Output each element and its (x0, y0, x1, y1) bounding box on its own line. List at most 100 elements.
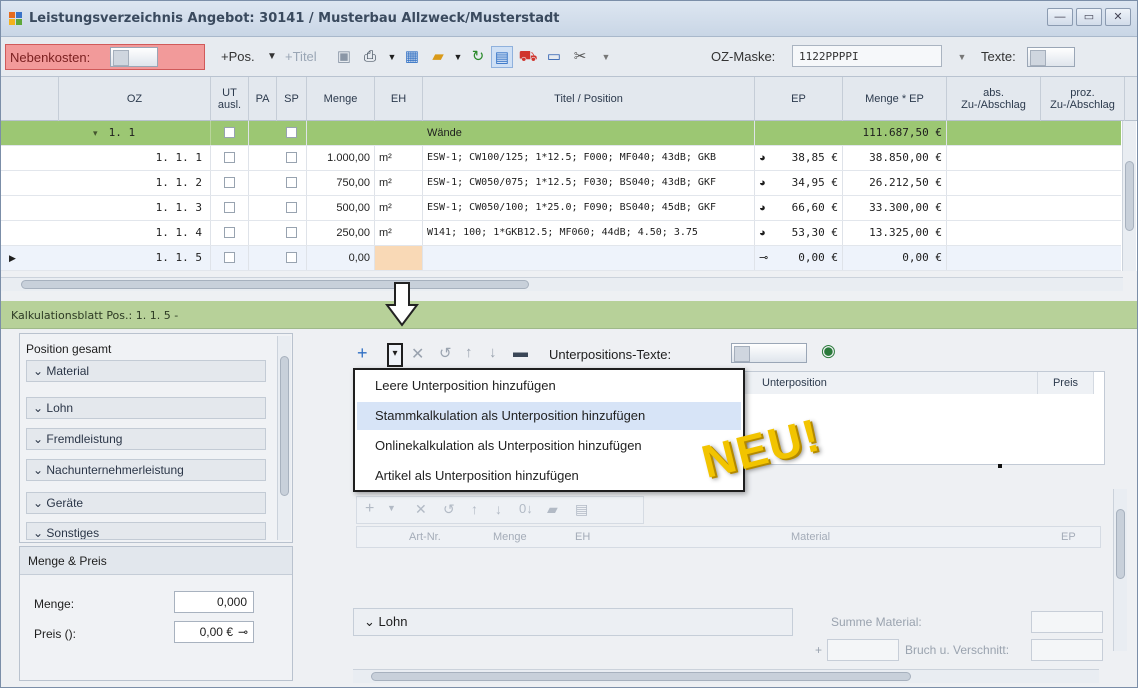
group-material[interactable]: ⌄ Material (26, 360, 266, 382)
pin-icon[interactable]: ⊸ (238, 625, 248, 639)
col-preis[interactable]: Preis (1038, 372, 1094, 394)
ut-checkbox[interactable] (224, 127, 235, 138)
sp-checkbox[interactable] (286, 177, 297, 188)
row-text-input[interactable] (423, 246, 755, 270)
col-pa[interactable]: PA (249, 77, 277, 121)
group-geraete[interactable]: ⌄ Geräte (26, 492, 266, 514)
online-calc-icon[interactable]: ◉ (821, 341, 836, 361)
minimize-button[interactable]: — (1047, 8, 1073, 26)
sp-checkbox[interactable] (286, 127, 297, 138)
add-subposition-dropdown-icon[interactable]: ▾ (387, 343, 403, 367)
view-icon[interactable]: ▤ (491, 46, 513, 68)
sp-checkbox[interactable] (286, 252, 297, 263)
table-row-current[interactable]: ▶ 1. 1. 5 0,00 ⊸ 0,00 € 0,00 € (1, 246, 1121, 271)
add-icon[interactable]: + (365, 500, 374, 518)
group-nachunternehmer[interactable]: ⌄ Nachunternehmerleistung (26, 459, 266, 481)
menge-input[interactable]: 0,000 (174, 591, 254, 613)
maximize-button[interactable]: ▭ (1076, 8, 1102, 26)
table-row[interactable]: 1. 1. 2 750,00 m² ESW-1; CW050/075; 1*12… (1, 171, 1121, 196)
list-icon[interactable]: ▤ (575, 501, 588, 518)
close-button[interactable]: ✕ (1105, 8, 1131, 26)
grid-vertical-scrollbar[interactable] (1122, 121, 1136, 271)
move-up-icon[interactable]: ↑ (465, 344, 473, 361)
sp-checkbox[interactable] (286, 202, 297, 213)
article-icon[interactable]: ▰ (547, 501, 558, 518)
folder-dropdown-icon[interactable]: ▼ (447, 46, 469, 68)
calc-indicator-icon[interactable]: ◕ (755, 196, 779, 220)
col-material[interactable]: Material (791, 531, 830, 543)
toolbar-overflow-icon[interactable]: ▼ (595, 46, 617, 68)
move-down-icon[interactable]: ↓ (489, 344, 497, 361)
col-oz[interactable]: OZ (59, 77, 211, 121)
oz-mask-dropdown-icon[interactable]: ▼ (951, 46, 973, 68)
group-lohn[interactable]: ⌄ Lohn (26, 397, 266, 419)
menu-item-master-calc[interactable]: Stammkalkulation als Unterposition hinzu… (357, 402, 741, 430)
move-down-icon[interactable]: ↓ (495, 501, 502, 517)
col-sp[interactable]: SP (277, 77, 307, 121)
col-ep[interactable]: EP (755, 77, 843, 121)
col-menge-ep[interactable]: Menge * EP (843, 77, 947, 121)
col-proz[interactable]: proz. Zu-/Abschlag (1041, 77, 1125, 121)
add-title-button[interactable]: +Titel (285, 46, 317, 68)
print-dropdown-icon[interactable]: ▼ (381, 46, 403, 68)
lohn-section[interactable]: ⌄ Lohn (353, 608, 793, 636)
delete-icon[interactable]: ✕ (415, 501, 427, 518)
bruch-input[interactable] (827, 639, 899, 661)
col-menge[interactable]: Menge (307, 77, 375, 121)
tools-icon[interactable]: ✂ (569, 46, 591, 68)
col-eh[interactable]: EH (375, 77, 423, 121)
menu-item-empty-subposition[interactable]: Leere Unterposition hinzufügen (357, 372, 741, 400)
import-icon[interactable]: ▬ (513, 344, 528, 361)
collapse-chevron-icon[interactable]: ▾ (93, 128, 98, 138)
sp-checkbox[interactable] (286, 227, 297, 238)
table-row[interactable]: 1. 1. 4 250,00 m² W141; 100; 1*GKB12.5; … (1, 221, 1121, 246)
col-menge[interactable]: Menge (493, 531, 527, 543)
table-row-group[interactable]: ▾ 1. 1 Wände 111.687,50 € (1, 121, 1121, 146)
calc-indicator-icon[interactable]: ◕ (755, 221, 779, 245)
oz-mask-select[interactable]: 1122PPPPI (792, 45, 942, 67)
save-icon[interactable]: ▣ (333, 46, 355, 68)
move-up-icon[interactable]: ↑ (471, 501, 478, 517)
subposition-texts-toggle[interactable] (731, 343, 807, 363)
calc-indicator-icon[interactable]: ◕ (755, 171, 779, 195)
nebenkosten-toggle[interactable] (110, 47, 158, 67)
ut-checkbox[interactable] (224, 227, 235, 238)
add-position-dropdown-icon[interactable]: ▼ (267, 46, 277, 68)
disk-icon[interactable]: ▭ (543, 46, 565, 68)
group-sonstiges[interactable]: ⌄ Sonstiges (26, 522, 266, 540)
grid-horizontal-scrollbar[interactable] (1, 277, 1123, 291)
group-fremdleistung[interactable]: ⌄ Fremdleistung (26, 428, 266, 450)
col-ep[interactable]: EP (1061, 531, 1076, 543)
sort-icon[interactable]: 0↓ (519, 501, 533, 516)
ut-checkbox[interactable] (224, 252, 235, 263)
undo-icon[interactable]: ↺ (439, 344, 452, 362)
table-row[interactable]: 1. 1. 3 500,00 m² ESW-1; CW050/100; 1*25… (1, 196, 1121, 221)
undo-icon[interactable]: ↺ (443, 501, 455, 518)
add-icon[interactable]: + (357, 343, 368, 364)
folder-icon[interactable]: ▰ (427, 46, 449, 68)
ut-checkbox[interactable] (224, 177, 235, 188)
cost-groups-scrollbar[interactable] (277, 336, 291, 540)
print-icon[interactable]: ⎙ (359, 46, 381, 68)
col-abs[interactable]: abs. Zu-/Abschlag (947, 77, 1041, 121)
pin-icon[interactable]: ⊸ (755, 246, 779, 270)
cart-icon[interactable]: ⛟ (517, 46, 539, 68)
add-position-button[interactable]: +Pos. (221, 46, 255, 68)
material-vertical-scrollbar[interactable] (1113, 489, 1127, 651)
table-row[interactable]: 1. 1. 1 1.000,00 m² ESW-1; CW100/125; 1*… (1, 146, 1121, 171)
ut-checkbox[interactable] (224, 152, 235, 163)
col-titel[interactable]: Titel / Position (423, 77, 755, 121)
col-artnr[interactable]: Art-Nr. (409, 531, 441, 543)
row-eh-input[interactable] (375, 246, 423, 270)
menu-item-online-calc[interactable]: Onlinekalkulation als Unterposition hinz… (357, 432, 741, 460)
calculator-icon[interactable]: ▦ (401, 46, 423, 68)
texte-toggle[interactable] (1027, 47, 1075, 67)
menu-item-article[interactable]: Artikel als Unterposition hinzufügen (357, 462, 741, 490)
col-ut[interactable]: UT ausl. (211, 77, 249, 121)
add-dropdown-icon[interactable]: ▼ (387, 503, 396, 513)
sp-checkbox[interactable] (286, 152, 297, 163)
calc-horizontal-scrollbar[interactable] (353, 669, 1099, 683)
col-eh[interactable]: EH (575, 531, 590, 543)
calc-indicator-icon[interactable]: ◕ (755, 146, 779, 170)
delete-icon[interactable]: ✕ (411, 344, 424, 364)
